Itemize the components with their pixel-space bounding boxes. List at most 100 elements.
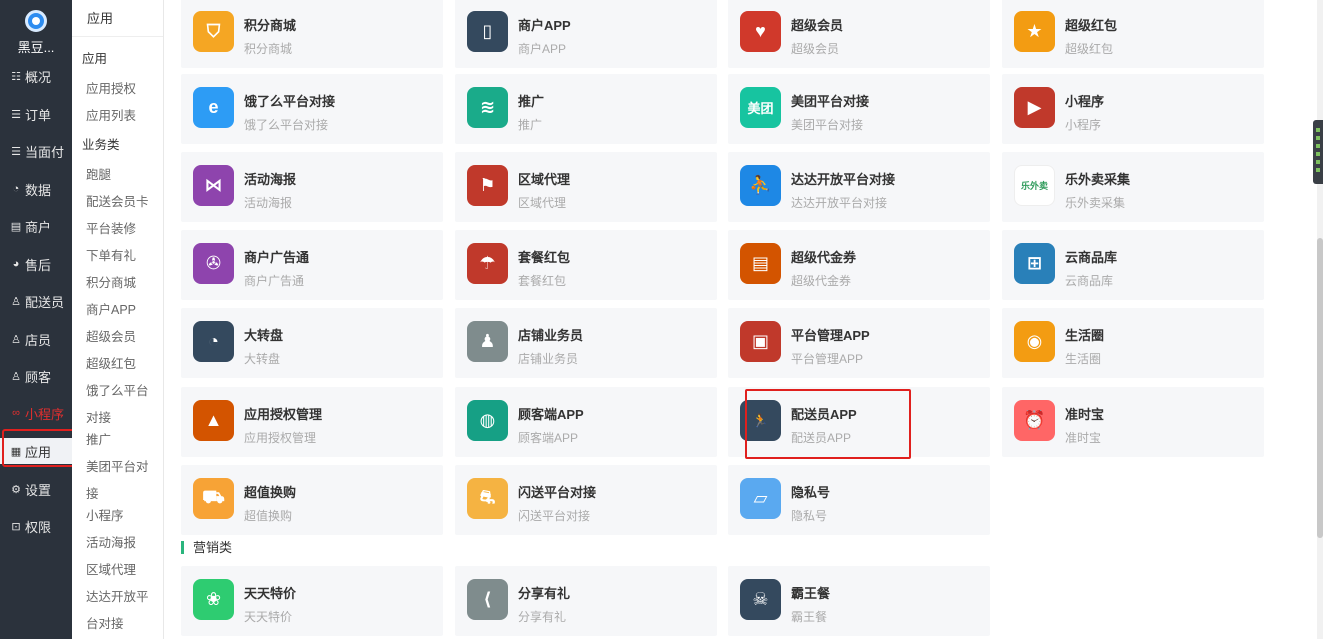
- nav-item-4[interactable]: ▤ 商户: [0, 213, 72, 239]
- app-card[interactable]: 美团 美团平台对接 美团平台对接: [728, 74, 990, 144]
- nav-item-12[interactable]: ⊡ 权限: [0, 513, 72, 539]
- nav-item-7[interactable]: ♙ 店员: [0, 326, 72, 352]
- nav-item-label: 权限: [25, 519, 52, 535]
- app-card[interactable]: ⛟ 超值换购 超值换购: [181, 465, 443, 535]
- app-card-title: 超级红包: [1065, 18, 1118, 33]
- app-card[interactable]: ⟨ 分享有礼 分享有礼: [455, 566, 717, 636]
- wifi-icon: ≋: [467, 87, 508, 128]
- nav-item-3[interactable]: ◔ 数据: [0, 176, 72, 202]
- nav-item-9[interactable]: ∞ 小程序: [0, 400, 72, 426]
- app-card[interactable]: ▯ 商户APP 商户APP: [455, 0, 717, 68]
- subnav-item[interactable]: 美团平台对: [86, 456, 149, 475]
- app-card[interactable]: e 饿了么平台对接 饿了么平台对接: [181, 74, 443, 144]
- app-root: 黑豆... ☷ 概况 ☰ 订单 ☰ 当面付 ◔ 数据 ▤ 商户 ◕ 售后 ♙ 配送员 ♙ 店员 ♙ 顾客 ∞ 小程序 ▦…: [0, 0, 1323, 639]
- subnav-title: 应用: [72, 0, 163, 37]
- app-card-desc: 生活圈: [1065, 352, 1102, 366]
- subnav-item[interactable]: 推广: [86, 429, 111, 448]
- app-card[interactable]: ⋈ 活动海报 活动海报: [181, 152, 443, 222]
- app-card[interactable]: ✇ 商户广告通 商户广告通: [181, 230, 443, 300]
- app-card-desc: 平台管理APP: [791, 352, 864, 366]
- app-card[interactable]: ≋ 推广 推广: [455, 74, 717, 144]
- app-card[interactable]: ❀ 天天特价 天天特价: [181, 566, 443, 636]
- app-card[interactable]: ⛐ 闪送平台对接 闪送平台对接: [455, 465, 717, 535]
- app-card-desc: 乐外卖采集: [1065, 196, 1126, 210]
- app-card[interactable]: ⏰ 准时宝 准时宝: [1002, 387, 1264, 457]
- app-card-title: 小程序: [1065, 94, 1105, 109]
- subnav-item[interactable]: 下单有礼: [86, 245, 136, 264]
- nav-item-11[interactable]: ⚙ 设置: [0, 476, 72, 502]
- nav-item-8[interactable]: ♙ 顾客: [0, 363, 72, 389]
- app-card-title: 隐私号: [791, 485, 831, 500]
- shield-icon: ⛉: [193, 11, 234, 52]
- subnav-item[interactable]: 平台装修: [86, 218, 136, 237]
- nav-item-6[interactable]: ♙ 配送员: [0, 288, 72, 314]
- courier-scooter-icon: ⛐: [467, 478, 508, 519]
- subnav-item[interactable]: 活动海报: [86, 532, 136, 551]
- subnav-item[interactable]: 应用列表: [86, 105, 136, 124]
- app-card-desc: 美团平台对接: [791, 118, 864, 132]
- app-card[interactable]: ▣ 平台管理APP 平台管理APP: [728, 308, 990, 378]
- subnav-item[interactable]: 积分商城: [86, 272, 136, 291]
- main-content: ⛉ 积分商城 积分商城 ▯ 商户APP 商户APP ♥ 超级会员 超级会员 ★ 超级红包 超级红包 e 饿…: [164, 0, 1323, 639]
- brand[interactable]: 黑豆...: [0, 0, 72, 60]
- subnav-group: 应用: [82, 52, 108, 66]
- app-card[interactable]: ☠ 霸王餐 霸王餐: [728, 566, 990, 636]
- alarm-icon: ⏰: [1014, 400, 1055, 441]
- app-card-title: 乐外卖采集: [1065, 172, 1131, 187]
- nav-item-label: 售后: [25, 257, 52, 273]
- subnav-item[interactable]: 配送会员卡: [86, 191, 149, 210]
- app-card[interactable]: ▲ 应用授权管理 应用授权管理: [181, 387, 443, 457]
- app-card[interactable]: ⚑ 区域代理 区域代理: [455, 152, 717, 222]
- side-widget[interactable]: [1313, 120, 1323, 184]
- subnav-item[interactable]: 对接: [86, 407, 111, 426]
- app-card-desc: 隐私号: [791, 509, 828, 523]
- brand-logo-icon: [25, 10, 47, 32]
- app-card[interactable]: ▤ 超级代金券 超级代金券: [728, 230, 990, 300]
- app-card[interactable]: ◉ 生活圈 生活圈: [1002, 308, 1264, 378]
- subnav-item[interactable]: 达达开放平: [86, 586, 149, 605]
- subnav-item[interactable]: 区域代理: [86, 559, 136, 578]
- app-card-title: 天天特价: [244, 586, 297, 601]
- merchant-icon: ▤: [10, 220, 22, 233]
- subnav-item[interactable]: 应用授权: [86, 78, 136, 97]
- app-card-title: 大转盘: [244, 328, 284, 343]
- app-card[interactable]: ☂ 套餐红包 套餐红包: [455, 230, 717, 300]
- app-card[interactable]: ⛹ 达达开放平台对接 达达开放平台对接: [728, 152, 990, 222]
- app-card-title: 套餐红包: [518, 250, 571, 265]
- vertical-scrollbar[interactable]: [1317, 0, 1323, 639]
- nav-item-label: 设置: [25, 482, 52, 498]
- subnav-item[interactable]: 接: [86, 483, 99, 502]
- subnav-item[interactable]: 饿了么平台: [86, 380, 149, 399]
- star-icon: ★: [1014, 11, 1055, 52]
- nav-item-2[interactable]: ☰ 当面付: [0, 138, 72, 164]
- mobile-icon: ▣: [740, 321, 781, 362]
- app-card[interactable]: ▱ 隐私号 隐私号: [728, 465, 990, 535]
- app-card-title: 应用授权管理: [244, 407, 323, 422]
- subnav-item[interactable]: 台对接: [86, 613, 124, 632]
- scrollbar-thumb[interactable]: [1317, 238, 1323, 538]
- app-card[interactable]: ♥ 超级会员 超级会员: [728, 0, 990, 68]
- subnav-item[interactable]: 小程序: [86, 505, 124, 524]
- app-card-title: 商户APP: [518, 18, 571, 33]
- subnav-item[interactable]: 超级会员: [86, 326, 136, 345]
- nav-item-0[interactable]: ☷ 概况: [0, 63, 72, 89]
- app-card[interactable]: ⛉ 积分商城 积分商城: [181, 0, 443, 68]
- subnav-item[interactable]: 商户APP: [86, 299, 136, 318]
- app-card[interactable]: ⊞ 云商品库 云商品库: [1002, 230, 1264, 300]
- cone-icon: ▲: [193, 400, 234, 441]
- app-card[interactable]: 乐外卖 乐外卖采集 乐外卖采集: [1002, 152, 1264, 222]
- nav-item-1[interactable]: ☰ 订单: [0, 101, 72, 127]
- app-card[interactable]: ◔ 大转盘 大转盘: [181, 308, 443, 378]
- app-card-title: 分享有礼: [518, 586, 571, 601]
- app-card-desc: 达达开放平台对接: [791, 196, 888, 210]
- main-nav: 黑豆... ☷ 概况 ☰ 订单 ☰ 当面付 ◔ 数据 ▤ 商户 ◕ 售后 ♙ 配送员 ♙ 店员 ♙ 顾客 ∞ 小程序 ▦…: [0, 0, 81, 639]
- subnav-item[interactable]: 超级红包: [86, 353, 136, 372]
- app-card-title: 商户广告通: [244, 250, 310, 265]
- app-card[interactable]: ◍ 顾客端APP 顾客端APP: [455, 387, 717, 457]
- app-card-desc: 小程序: [1065, 118, 1102, 132]
- app-card[interactable]: ▶ 小程序 小程序: [1002, 74, 1264, 144]
- app-card[interactable]: ★ 超级红包 超级红包: [1002, 0, 1264, 68]
- app-card[interactable]: ♟ 店铺业务员 店铺业务员: [455, 308, 717, 378]
- nav-item-5[interactable]: ◕ 售后: [0, 251, 72, 277]
- subnav-item[interactable]: 跑腿: [86, 164, 111, 183]
